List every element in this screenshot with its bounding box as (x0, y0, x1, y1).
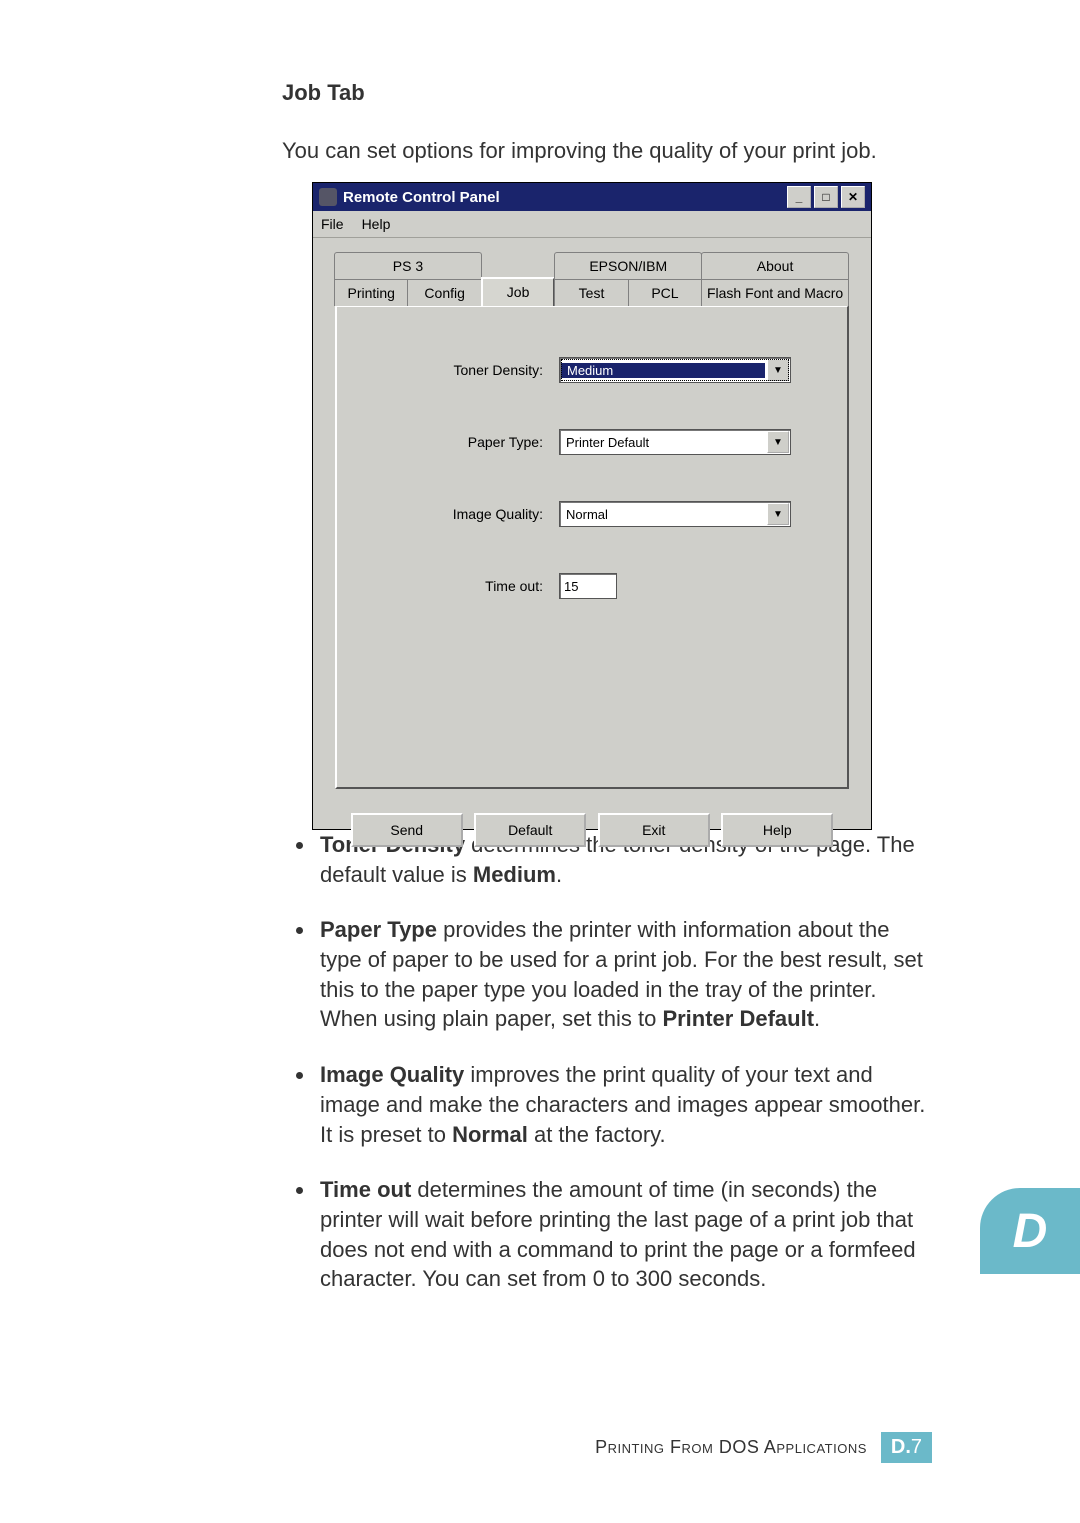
footer-caption: Printing From DOS Applications (595, 1437, 867, 1458)
chevron-down-icon[interactable]: ▼ (767, 431, 789, 453)
menubar: File Help (313, 211, 871, 238)
close-icon[interactable]: ✕ (841, 186, 865, 208)
menu-help[interactable]: Help (362, 216, 391, 232)
bullet-paper-type: Paper Type provides the printer with inf… (316, 915, 932, 1034)
label-toner-density: Toner Density: (363, 362, 559, 378)
label-paper-type: Paper Type: (363, 434, 559, 450)
tab-printing[interactable]: Printing (334, 279, 408, 306)
bullet-image-quality: Image Quality improves the print quality… (316, 1060, 932, 1149)
paper-type-value[interactable] (560, 435, 766, 450)
bullet-time-out: Time out determines the amount of time (… (316, 1175, 932, 1294)
maximize-icon[interactable]: □ (814, 186, 838, 208)
time-out-input[interactable]: 15 (559, 573, 617, 599)
tab-about[interactable]: About (701, 252, 849, 279)
chevron-down-icon[interactable]: ▼ (767, 503, 789, 525)
tab-pcl[interactable]: PCL (628, 279, 702, 306)
tab-flash-font-macro[interactable]: Flash Font and Macro (701, 279, 849, 306)
tab-ps3[interactable]: PS 3 (334, 252, 482, 279)
remote-control-panel-window: Remote Control Panel _ □ ✕ File Help PS … (312, 182, 872, 830)
section-intro: You can set options for improving the qu… (282, 138, 932, 164)
tab-epson-ibm[interactable]: EPSON/IBM (554, 252, 702, 279)
toner-density-value[interactable] (561, 363, 765, 378)
default-button[interactable]: Default (474, 813, 586, 847)
footer-page-number: D.7 (881, 1432, 932, 1463)
window-title: Remote Control Panel (343, 189, 500, 206)
page-footer: Printing From DOS Applications D.7 (0, 1432, 1080, 1463)
paper-type-select[interactable]: ▼ (559, 429, 791, 455)
app-icon (319, 188, 337, 206)
tab-test[interactable]: Test (554, 279, 628, 306)
send-button[interactable]: Send (351, 813, 463, 847)
menu-file[interactable]: File (321, 216, 344, 232)
section-tab: D (980, 1188, 1080, 1274)
minimize-icon[interactable]: _ (787, 186, 811, 208)
section-heading: Job Tab (282, 80, 932, 106)
chevron-down-icon[interactable]: ▼ (767, 359, 789, 381)
tab-job[interactable]: Job (481, 277, 555, 306)
label-image-quality: Image Quality: (363, 506, 559, 522)
tab-pane-job: Toner Density: ▼ Paper Type: ▼ (335, 305, 849, 789)
titlebar[interactable]: Remote Control Panel _ □ ✕ (313, 183, 871, 211)
tab-config[interactable]: Config (407, 279, 481, 306)
tab-row-top: PS 3 Printing Config Job EPSON/IBM Test … (335, 252, 849, 306)
option-descriptions: Toner Density determines the toner densi… (282, 830, 932, 1294)
image-quality-select[interactable]: ▼ (559, 501, 791, 527)
exit-button[interactable]: Exit (598, 813, 710, 847)
toner-density-select[interactable]: ▼ (559, 357, 791, 383)
label-time-out: Time out: (363, 578, 559, 594)
image-quality-value[interactable] (560, 507, 766, 522)
help-button[interactable]: Help (721, 813, 833, 847)
